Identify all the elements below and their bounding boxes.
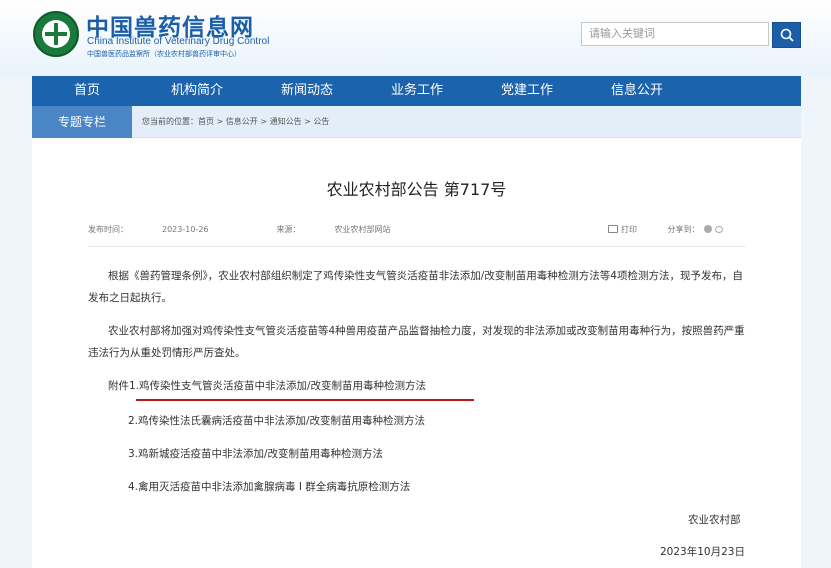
- signature-date: 2023年10月23日: [660, 546, 745, 558]
- search-input[interactable]: 请输入关键词: [581, 22, 769, 46]
- article-title: 农业农村部公告 第717号: [326, 180, 507, 199]
- nav-item-party[interactable]: 党建工作: [472, 76, 582, 106]
- search-icon: [780, 28, 794, 42]
- breadcrumb-separator: >: [301, 117, 314, 126]
- breadcrumb-prefix: 您当前的位置：: [142, 117, 198, 126]
- attachment-link-1[interactable]: 附件1.鸡传染性支气管炎活疫苗中非法添加/改变制苗用毒种检测方法: [108, 378, 426, 393]
- weibo-share-icon[interactable]: [714, 226, 723, 233]
- article-tools: 打印 分享到：: [608, 224, 723, 235]
- special-topics-tab[interactable]: 专题专栏: [32, 106, 132, 138]
- share-label: 分享到：: [667, 225, 700, 234]
- breadcrumb-announcement[interactable]: 公告: [313, 117, 329, 126]
- attachment-link-3[interactable]: 3.鸡新城疫活疫苗中非法添加/改变制苗用毒种检测方法: [128, 446, 383, 461]
- signature: 农业农村部: [688, 514, 741, 526]
- nav-item-about[interactable]: 机构简介: [142, 76, 252, 106]
- breadcrumb-home[interactable]: 首页: [198, 117, 214, 126]
- source-label: 来源：: [276, 225, 301, 234]
- publish-label: 发布时间：: [88, 225, 128, 234]
- print-label: 打印: [621, 225, 637, 234]
- article-panel: 农业农村部公告 第717号 发布时间： 2023-10-26 来源： 农业农村部网站 …: [32, 138, 801, 568]
- paragraph-2: 农业农村部将加强对鸡传染性支气管炎活疫苗等4种兽用疫苗产品监督抽检力度，对发现的…: [88, 325, 745, 359]
- attachment-link-underline: [136, 399, 474, 401]
- sub-bar: 专题专栏 您当前的位置：首页 > 信息公开 > 通知公告 > 公告: [32, 106, 801, 138]
- breadcrumb-separator: >: [257, 117, 270, 126]
- attachment-link-2[interactable]: 2.鸡传染性法氏囊病活疫苗中非法添加/改变制苗用毒种检测方法: [128, 413, 425, 428]
- print-icon: [608, 225, 618, 233]
- site-subtitle: 中国兽医药品监察所（农业农村部兽药评审中心）: [87, 50, 241, 58]
- main-nav: 首页 机构简介 新闻动态 业务工作 党建工作 信息公开: [32, 76, 801, 106]
- logo-emblem-icon[interactable]: [33, 11, 79, 57]
- nav-item-disclosure[interactable]: 信息公开: [582, 76, 692, 106]
- meta-divider: [88, 246, 745, 247]
- nav-item-business[interactable]: 业务工作: [362, 76, 472, 106]
- breadcrumb: 您当前的位置：首页 > 信息公开 > 通知公告 > 公告: [142, 106, 329, 138]
- search-button[interactable]: [772, 22, 801, 48]
- nav-item-home[interactable]: 首页: [32, 76, 142, 106]
- site-name-english: China Institute of Veterinary Drug Contr…: [87, 36, 270, 47]
- breadcrumb-notices[interactable]: 通知公告: [270, 117, 302, 126]
- source-value: 农业农村部网站: [334, 225, 391, 234]
- article-meta: 发布时间： 2023-10-26 来源： 农业农村部网站: [88, 224, 459, 235]
- breadcrumb-disclosure[interactable]: 信息公开: [226, 117, 258, 126]
- breadcrumb-separator: >: [214, 117, 226, 126]
- print-button[interactable]: 打印: [608, 225, 637, 234]
- paragraph-1: 根据《兽药管理条例》，农业农村部组织制定了鸡传染性支气管炎活疫苗非法添加/改变制…: [88, 270, 743, 304]
- nav-item-news[interactable]: 新闻动态: [252, 76, 362, 106]
- attachment-link-4[interactable]: 4.禽用灭活疫苗中非法添加禽腺病毒 I 群全病毒抗原检测方法: [128, 479, 410, 494]
- publish-date: 2023-10-26: [162, 225, 209, 234]
- wechat-share-icon[interactable]: [703, 225, 712, 233]
